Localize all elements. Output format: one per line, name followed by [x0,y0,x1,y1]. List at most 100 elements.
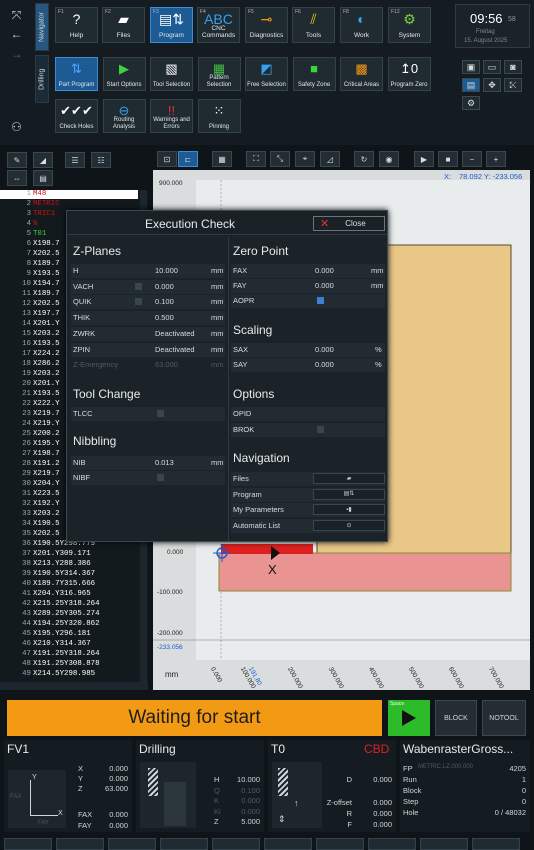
indent-icon[interactable]: ☰ [65,152,85,168]
code-line[interactable]: 45 X195.Y296.181 [0,630,138,639]
tab-drilling[interactable]: Drilling [35,55,49,103]
zplane-checkbox[interactable] [135,282,142,290]
bottom-tab-4[interactable] [160,838,208,850]
tile-check-holes[interactable]: ✔✔✔ Check Holes [55,99,98,133]
bottom-tab-10[interactable] [472,838,520,850]
move-icon[interactable]: ✥ [483,78,501,92]
tile-routing-analysis[interactable]: ⊖ Routing Analysis [102,99,146,133]
view-list-icon[interactable]: ▭ [483,60,501,74]
sim-plus-icon[interactable]: + [486,151,506,167]
code-line[interactable]: 41 X204.Y316.965 [0,590,138,599]
nav-my-parameters-button[interactable]: ▪▮ [313,504,385,516]
grid-icon[interactable]: ▦ [212,151,232,167]
sim-stop-icon[interactable]: ■ [438,151,458,167]
tile-safety-zone[interactable]: ■ Safety Zone [292,57,336,91]
block-button[interactable]: BLOCK [435,700,477,736]
tile-work[interactable]: F8 ◐ Work [340,7,383,43]
zoom-region-icon[interactable]: ⊏ [178,151,198,167]
nibf-checkbox[interactable] [157,474,164,481]
zplane-value[interactable]: Deactivated [155,327,195,341]
code-hscrollbar[interactable] [0,682,148,690]
nav-automatic-list-button[interactable]: ⊙ [313,520,385,532]
layout-icon[interactable]: ▤ [462,78,480,92]
zplane-value[interactable]: 0.100 [155,295,174,309]
rotate-icon[interactable]: ↻ [354,151,374,167]
list-toggle-icon[interactable]: ▤ [33,170,53,186]
tile-pattern-selection[interactable]: ▦ Pattern Selection [197,57,241,91]
eye-icon[interactable]: ◉ [379,151,399,167]
code-line[interactable]: 40 X189.7Y315.666 [0,580,138,589]
code-line[interactable]: 39 X190.5Y314.367 [0,570,138,579]
settings-icon[interactable]: ⚙ [462,96,480,110]
compress-icon[interactable]: ⤪ [504,78,522,92]
notool-button[interactable]: NOTOOL [482,700,526,736]
shrink-icon[interactable]: ⤡ [270,151,290,167]
close-button[interactable]: ✕ Close [313,216,385,231]
tile-warnings-and-errors[interactable]: !! Warnings and Errors [150,99,193,133]
zplane-value[interactable]: 63.000 [155,358,178,372]
tile-pinning[interactable]: ⁙ Pinning [197,99,241,133]
zplane-value[interactable]: 10.000 [155,264,178,278]
bottom-tab-3[interactable] [108,838,156,850]
code-line[interactable]: 2 METRIC [0,200,138,209]
crosshair-icon[interactable]: ⌖ [295,151,315,167]
nib-value[interactable]: 0.013 [155,456,174,470]
tile-free-selection[interactable]: ◩ Free Selection [245,57,288,91]
outdent-icon[interactable]: ☷ [91,152,111,168]
brok-checkbox[interactable] [317,426,324,433]
sax-value[interactable]: 0.000 [315,343,334,357]
code-line[interactable]: 46 X210.Y314.367 [0,640,138,649]
zplane-value[interactable]: Deactivated [155,343,195,357]
code-line[interactable]: 42 X215.25Y318.264 [0,600,138,609]
bottom-tab-7[interactable] [316,838,364,850]
bottom-tab-5[interactable] [212,838,260,850]
split-icon[interactable]: ⇔ [7,170,27,186]
tile-help[interactable]: F1? Help [55,7,98,43]
say-value[interactable]: 0.000 [315,358,334,372]
zplane-checkbox[interactable] [135,298,142,306]
start-button[interactable]: Space [388,700,430,736]
code-line[interactable]: 38 X213.Y288.386 [0,560,138,569]
code-line[interactable]: 47 X191.25Y318.264 [0,650,138,659]
user-icon[interactable]: ⚇ [5,120,28,134]
zplane-value[interactable]: 0.000 [155,280,174,294]
pencil-icon[interactable]: ✎ [7,152,27,168]
bottom-tab-6[interactable] [264,838,312,850]
bottom-tab-9[interactable] [420,838,468,850]
tile-system[interactable]: F12 ⚙ System [388,7,431,43]
bottom-tab-8[interactable] [368,838,416,850]
forward-arrow-icon[interactable]: → [5,47,28,61]
code-line[interactable]: 44 X194.25Y320.862 [0,620,138,629]
bottom-tab-1[interactable] [4,838,52,850]
zplane-value[interactable]: 0.500 [155,311,174,325]
frame-icon[interactable]: ⛶ [246,151,266,167]
tab-navigator[interactable]: Navigator [35,3,49,51]
bottom-tab-2[interactable] [56,838,104,850]
code-line[interactable]: 37 X201.Y309.171 [0,550,138,559]
sim-minus-icon[interactable]: − [462,151,482,167]
view-split-icon[interactable]: ▣ [462,60,480,74]
nav-program-button[interactable]: ▤⇅ [313,488,385,500]
code-line[interactable]: 49 X214.5Y298.985 [0,670,138,679]
sim-play-icon[interactable]: ▶ [414,151,434,167]
code-line[interactable]: 48 X191.25Y308.878 [0,660,138,669]
tile-program-zero[interactable]: ↥0 Program Zero [387,57,431,91]
tlcc-checkbox[interactable] [157,410,164,417]
tile-cnc-commands[interactable]: F4 ABC CNC Commands [197,7,240,43]
tile-start-options[interactable]: ▶ Start Options [102,57,146,91]
aopr-checkbox[interactable] [317,297,324,304]
tile-tool-selection[interactable]: ▧ Tool Selection [150,57,193,91]
zoom-fit-icon[interactable]: ⊡ [157,151,177,167]
tile-part-program[interactable]: ⇅ Part Program [55,57,98,91]
eraser-icon[interactable]: ◢ [33,152,53,168]
tile-files[interactable]: F2 ▰ Files [102,7,145,43]
fullscreen-icon[interactable]: ⤧ [5,8,28,22]
nav-files-button[interactable]: ▰ [313,473,385,484]
back-arrow-icon[interactable]: ← [5,27,28,41]
tile-tools[interactable]: F6 ⫽ Tools [292,7,335,43]
tile-program[interactable]: F3 ▤⇅ Program [150,7,193,43]
measure-icon[interactable]: ◿ [320,151,340,167]
code-line[interactable]: 1 M48 [0,190,138,200]
tile-diagnostics[interactable]: F5 ⊸ Diagnostics [245,7,288,43]
fax-value[interactable]: 0.000 [315,264,334,278]
